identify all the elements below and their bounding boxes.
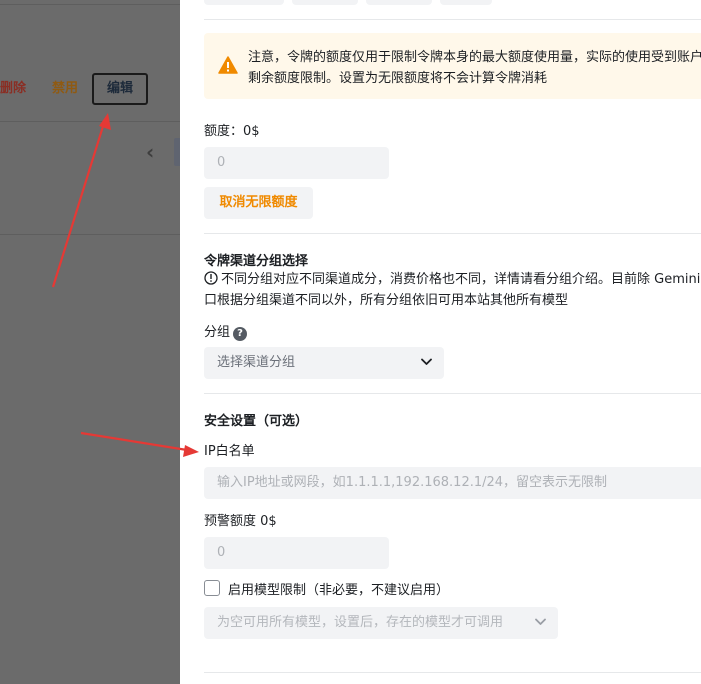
top-control[interactable] xyxy=(440,0,492,5)
edit-token-side-sheet: 注意，令牌的额度仅用于限制令牌本身的最大额度使用量，实际的使用受到账户的剩余额度… xyxy=(180,0,701,684)
notice-text: 注意，令牌的额度仅用于限制令牌本身的最大额度使用量，实际的使用受到账户的剩余额度… xyxy=(248,50,701,86)
disable-button[interactable]: 禁用 xyxy=(52,74,82,104)
top-control[interactable] xyxy=(204,0,284,5)
chevron-down-icon xyxy=(421,358,432,365)
divider xyxy=(204,19,701,20)
edit-button[interactable]: 编辑 xyxy=(92,73,148,105)
ip-whitelist-label: IP白名单 xyxy=(204,444,255,459)
group-label: 分组 xyxy=(204,325,231,340)
group-select[interactable]: 选择渠道分组 xyxy=(204,347,444,379)
info-icon xyxy=(204,271,218,285)
chevron-down-icon xyxy=(535,618,546,625)
background-divider xyxy=(0,4,180,5)
warning-quota-label: 预警额度 0$ xyxy=(204,514,277,529)
chevron-left-icon[interactable]: ‹ xyxy=(146,140,154,164)
model-limit-checkbox[interactable] xyxy=(204,580,220,596)
model-limit-select[interactable]: 为空可用所有模型，设置后，存在的模型才可调用 xyxy=(204,607,558,639)
cancel-unlimited-quota-button[interactable]: 取消无限额度 xyxy=(204,187,313,219)
group-label-wrap: 分组? xyxy=(204,321,248,341)
group-section-title: 令牌渠道分组选择 xyxy=(204,254,309,269)
group-select-placeholder: 选择渠道分组 xyxy=(217,355,296,370)
warning-quota-input[interactable]: 0 xyxy=(204,537,389,569)
quota-notice-banner: 注意，令牌的额度仅用于限制令牌本身的最大额度使用量，实际的使用受到账户的剩余额度… xyxy=(204,33,701,99)
background-page: 删除 禁用 编辑 ‹ xyxy=(0,0,180,684)
delete-button[interactable]: 删除 xyxy=(0,74,30,104)
group-section-description: 不同分组对应不同渠道成分，消费价格也不同，详情请看分组介绍。目前除 Gemini… xyxy=(204,269,701,311)
help-icon[interactable]: ? xyxy=(233,327,248,341)
top-control[interactable] xyxy=(292,0,358,5)
quota-label: 额度：0$ xyxy=(204,124,260,139)
security-section-title: 安全设置（可选） xyxy=(204,414,309,429)
group-description-text: 不同分组对应不同渠道成分，消费价格也不同，详情请看分组介绍。目前除 Gemini… xyxy=(204,272,701,308)
divider xyxy=(204,393,701,394)
top-control[interactable] xyxy=(366,0,432,5)
divider xyxy=(204,233,701,234)
ip-whitelist-input[interactable]: 输入IP地址或网段，如1.1.1.1,192.168.12.1/24，留空表示无… xyxy=(204,467,701,499)
background-divider xyxy=(0,234,180,235)
background-divider xyxy=(0,121,180,122)
warning-icon xyxy=(218,56,238,74)
quota-input[interactable]: 0 xyxy=(204,147,389,179)
divider xyxy=(204,672,701,673)
model-select-placeholder: 为空可用所有模型，设置后，存在的模型才可调用 xyxy=(217,615,504,630)
model-limit-label[interactable]: 启用模型限制（非必要，不建议启用） xyxy=(228,579,449,598)
